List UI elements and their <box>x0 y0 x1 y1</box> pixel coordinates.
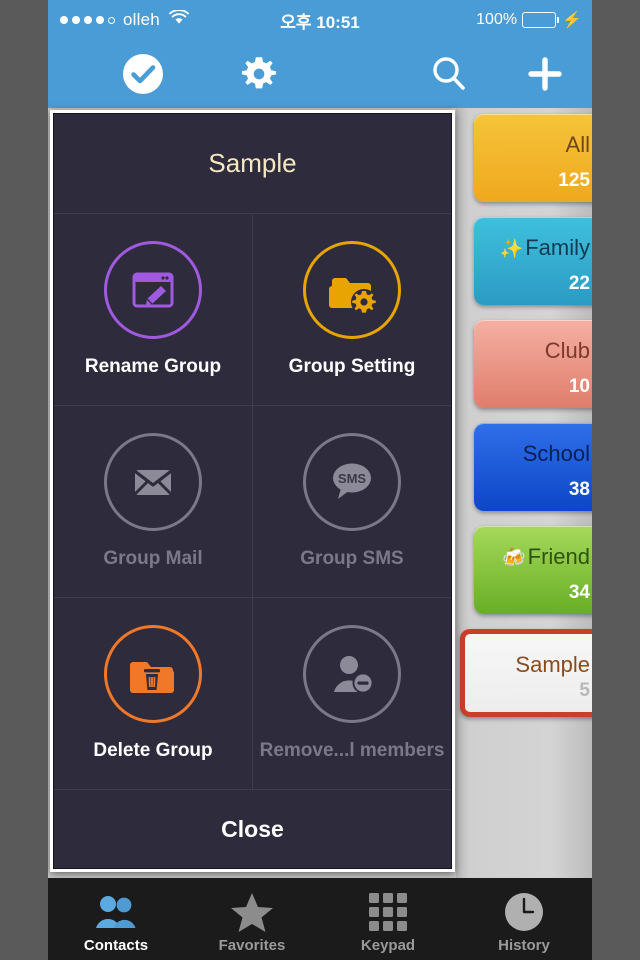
dialog-action-row: Rename Group Group Setting <box>54 214 451 406</box>
search-icon <box>433 57 465 90</box>
group-tab-emoji-icon: ✨ <box>499 239 524 260</box>
battery-percent-label: 100% <box>476 11 518 28</box>
group-tab-friend[interactable]: 🍻Friend 34 <box>474 526 592 614</box>
dialog-title: Sample <box>54 114 451 214</box>
window-pencil-icon <box>104 241 202 339</box>
action-label: Group Mail <box>103 548 203 569</box>
tab-keypad[interactable]: Keypad <box>320 878 456 960</box>
group-tab-club[interactable]: Club 10 <box>474 320 592 408</box>
status-bar-right: 100% ⚡ <box>476 0 582 40</box>
phone-screen: olleh 오후 10:51 100% ⚡ All 125 ✨Family 22… <box>48 0 592 960</box>
group-tab-count: 10 <box>568 376 590 397</box>
folder-trash-icon <box>104 625 202 723</box>
group-tab-label: ✨Family <box>499 235 590 260</box>
action-label: Delete Group <box>93 740 213 761</box>
group-tab-emoji-icon: 🍻 <box>501 548 526 569</box>
dialog-action-row: Group Mail SMS Group SMS <box>54 406 451 598</box>
settings-button[interactable] <box>226 40 292 108</box>
tab-label: History <box>498 937 550 954</box>
delete-group-button[interactable]: Delete Group <box>54 598 252 789</box>
group-mail-button[interactable]: Group Mail <box>54 406 252 597</box>
group-tab-family[interactable]: ✨Family 22 <box>474 217 592 305</box>
action-label: Rename Group <box>84 356 222 377</box>
dialog-action-row: Delete Group Remove...l members <box>54 598 451 790</box>
clock-icon <box>503 889 545 935</box>
select-all-button[interactable] <box>110 40 176 108</box>
group-tab-count: 5 <box>579 680 590 701</box>
group-tab-count: 34 <box>568 582 590 603</box>
bottom-tab-bar: Contacts Favorites Keypad History <box>48 878 592 960</box>
action-label: Group SMS <box>300 548 404 569</box>
tab-label: Keypad <box>360 937 416 954</box>
star-icon <box>230 889 274 935</box>
add-button[interactable] <box>512 40 578 108</box>
search-button[interactable] <box>416 40 482 108</box>
lightning-bolt-icon: ⚡ <box>562 12 582 29</box>
group-tab-label: All <box>565 132 590 157</box>
group-tab-count: 38 <box>568 479 590 500</box>
plus-icon <box>528 57 562 91</box>
group-setting-button[interactable]: Group Setting <box>252 214 451 405</box>
sms-bubble-icon: SMS <box>303 433 401 531</box>
group-tab-strip[interactable]: All 125 ✨Family 22 Club 10 School 38 🍻Friend 34 Sa… <box>456 108 592 878</box>
grid-icon <box>367 889 409 935</box>
group-tab-label: Club <box>544 338 590 363</box>
group-tab-all[interactable]: All 125 <box>474 114 592 202</box>
group-tab-count: 22 <box>568 273 590 294</box>
envelope-icon <box>104 433 202 531</box>
remove-all-members-button[interactable]: Remove...l members <box>252 598 451 789</box>
group-tab-school[interactable]: School 38 <box>474 423 592 511</box>
tab-history[interactable]: History <box>456 878 592 960</box>
gear-icon <box>241 57 277 89</box>
group-tab-label: 🍻Friend <box>501 544 590 569</box>
action-label: Group Setting <box>288 356 416 377</box>
check-circle-icon <box>123 54 163 94</box>
tab-label: Favorites <box>218 937 286 954</box>
status-bar: olleh 오후 10:51 100% ⚡ <box>48 0 592 40</box>
tab-label: Contacts <box>83 937 149 954</box>
group-tab-label: Sample <box>515 652 590 677</box>
action-label: Remove...l members <box>259 740 445 761</box>
svg-text:SMS: SMS <box>338 471 367 486</box>
group-action-dialog: Sample Rename Group Group Setting Group … <box>50 110 455 872</box>
battery-icon <box>522 12 560 28</box>
group-tab-count: 125 <box>558 170 590 191</box>
dialog-body: Sample Rename Group Group Setting Group … <box>53 113 452 869</box>
group-tab-label: School <box>522 441 590 466</box>
group-sms-button[interactable]: SMS Group SMS <box>252 406 451 597</box>
close-button[interactable]: Close <box>54 790 451 868</box>
tab-contacts[interactable]: Contacts <box>48 878 184 960</box>
people-icon <box>93 889 139 935</box>
tab-favorites[interactable]: Favorites <box>184 878 320 960</box>
rename-group-button[interactable]: Rename Group <box>54 214 252 405</box>
folder-gear-icon <box>303 241 401 339</box>
navigation-bar <box>48 40 592 108</box>
group-tab-sample[interactable]: Sample 5 <box>460 629 592 717</box>
person-minus-icon <box>303 625 401 723</box>
